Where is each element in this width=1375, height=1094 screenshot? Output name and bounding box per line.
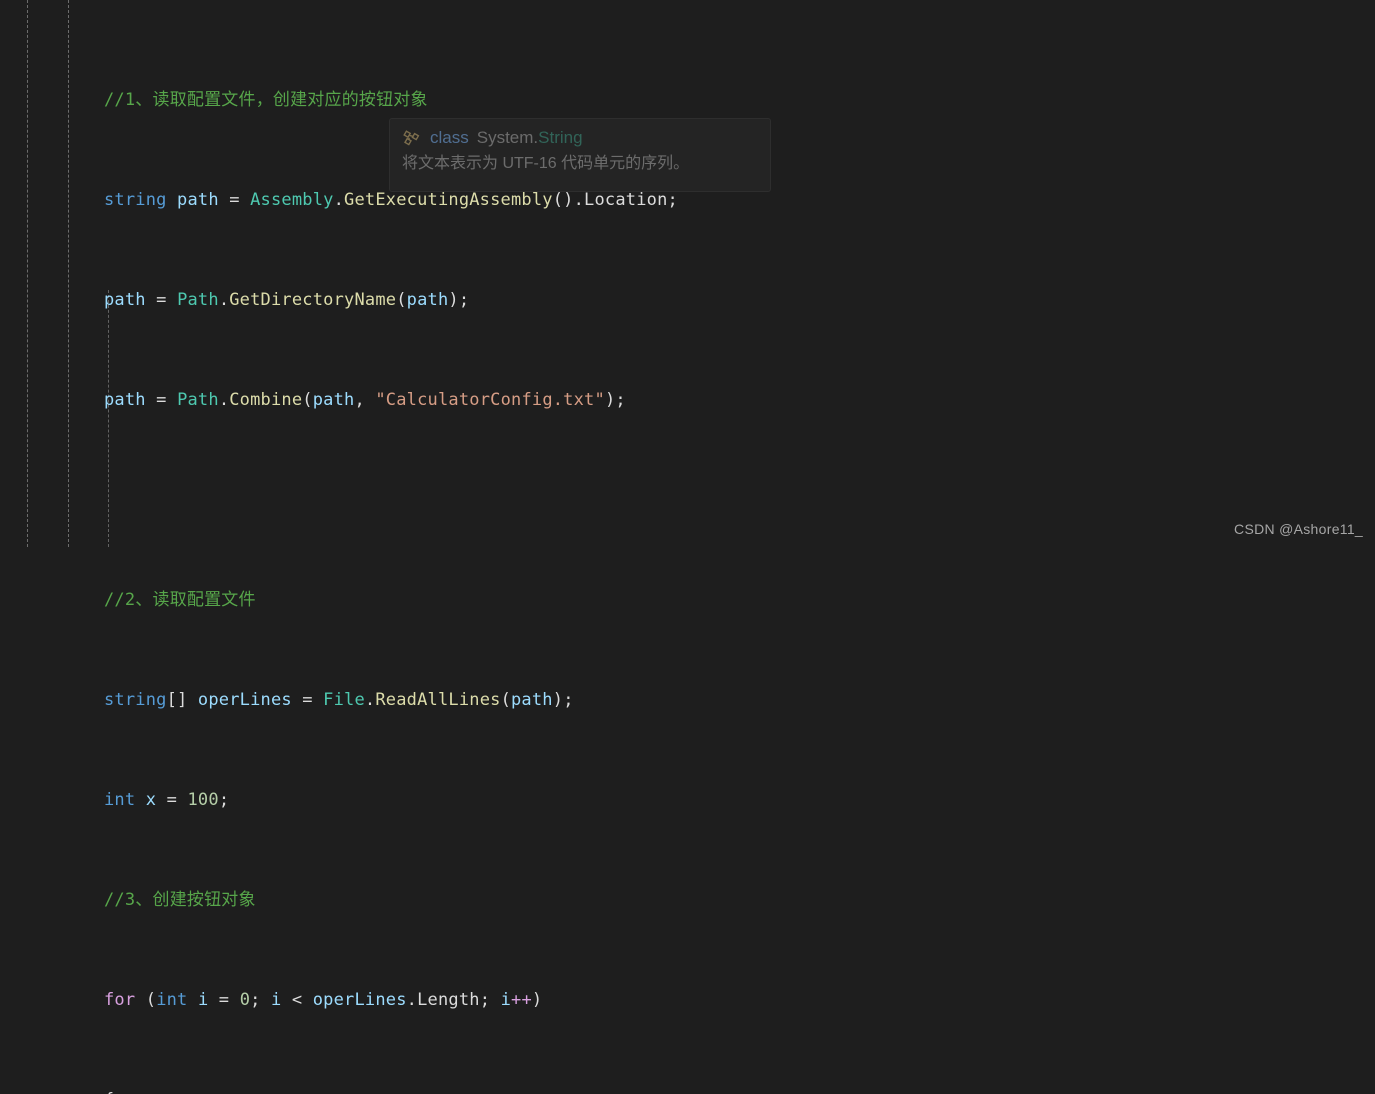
code-token-identifier: path (104, 390, 146, 410)
code-token-operator: = (156, 790, 188, 810)
code-token-dot: . (333, 190, 345, 210)
code-line-6[interactable]: //2、读取配置文件 (104, 588, 1375, 613)
code-token-operator: = (208, 990, 240, 1010)
code-token-paren-close: ) (604, 390, 616, 410)
code-token-comma: , (354, 390, 376, 410)
code-token-comment: //2、读取配置文件 (104, 590, 256, 610)
watermark: CSDN @Ashore11_ (1234, 521, 1363, 537)
indent-guide-1 (27, 0, 28, 547)
code-line-1[interactable]: //1、读取配置文件，创建对应的按钮对象 (104, 88, 1375, 113)
code-token-property: Location (584, 190, 668, 210)
intellisense-quickinfo-tooltip: class System.String 将文本表示为 UTF-16 代码单元的序… (389, 118, 771, 192)
code-token-identifier: x (145, 790, 157, 810)
code-token-type: File (323, 690, 365, 710)
code-token-paren-open: ( (145, 990, 157, 1010)
code-token-semicolon: ; (479, 990, 501, 1010)
quickinfo-description: 将文本表示为 UTF-16 代码单元的序列。 (402, 155, 690, 172)
code-token-string: "CalculatorConfig.txt" (375, 390, 605, 410)
code-token-increment: ++ (511, 990, 532, 1010)
code-token-dot: . (218, 290, 230, 310)
code-token-semicolon: ; (563, 690, 574, 710)
quickinfo-header: class System.String (402, 127, 758, 149)
code-token-operator: < (281, 990, 313, 1010)
code-token-identifier: path (177, 190, 219, 210)
code-token-identifier: i (271, 990, 282, 1010)
code-token-paren-open: ( (396, 290, 407, 310)
code-token-parens: () (552, 190, 574, 210)
code-line-3[interactable]: path = Path.GetDirectoryName(path); (104, 288, 1375, 313)
code-token-brace-open: { (104, 1090, 114, 1094)
code-token-identifier: i (197, 990, 209, 1010)
code-token-identifier: i (500, 990, 512, 1010)
quickinfo-type-name: String (538, 128, 583, 147)
code-token-property: Length (417, 990, 480, 1010)
code-token-operator: = (145, 290, 178, 310)
code-token-argument: path (511, 690, 553, 710)
code-token-operator: = (218, 190, 251, 210)
code-token-argument: path (406, 290, 449, 310)
quickinfo-qualified-name: System.String (477, 127, 583, 149)
code-token-semicolon: ; (218, 790, 230, 810)
quickinfo-keyword: class (430, 128, 469, 147)
code-line-9[interactable]: //3、创建按钮对象 (104, 888, 1375, 913)
code-token-type: Assembly (250, 190, 334, 210)
code-token-argument: path (312, 390, 355, 410)
code-token-keyword: string (104, 190, 167, 210)
code-token-semicolon: ; (615, 390, 626, 410)
code-token-dot: . (406, 990, 418, 1010)
code-token-identifier: path (104, 290, 146, 310)
code-token-keyword: int (156, 990, 188, 1010)
code-token-operator: = (291, 690, 324, 710)
code-line-10[interactable]: for (int i = 0; i < operLines.Length; i+… (104, 988, 1375, 1013)
code-line-5-blank[interactable] (104, 488, 1375, 513)
code-token-comment: //1、读取配置文件，创建对应的按钮对象 (104, 90, 428, 110)
code-token-method: Combine (229, 390, 303, 410)
code-token-paren-close: ) (531, 990, 543, 1010)
code-token-dot: . (218, 390, 230, 410)
code-token-control-keyword: for (104, 990, 136, 1010)
code-token-semicolon: ; (458, 290, 470, 310)
code-token-paren-close: ) (552, 690, 564, 710)
code-token-type: Path (177, 290, 219, 310)
code-token-semicolon: ; (250, 990, 271, 1010)
code-token-operator: = (145, 390, 178, 410)
code-token-dot: . (364, 690, 376, 710)
code-token-identifier: operLines (197, 690, 292, 710)
code-token-paren-open: ( (500, 690, 511, 710)
indent-guide-2 (68, 0, 69, 547)
code-line-11[interactable]: { (104, 1088, 1375, 1094)
code-token-paren-close: ) (448, 290, 459, 310)
class-icon (403, 130, 420, 146)
code-token-paren-open: ( (302, 390, 313, 410)
code-editor[interactable]: //1、读取配置文件，创建对应的按钮对象 string path = Assem… (0, 0, 1375, 1094)
code-token-keyword: int (104, 790, 136, 810)
code-line-7[interactable]: string[] operLines = File.ReadAllLines(p… (104, 688, 1375, 713)
code-token-brackets: [] (166, 690, 188, 710)
code-token-method: GetDirectoryName (229, 290, 397, 310)
code-line-4[interactable]: path = Path.Combine(path, "CalculatorCon… (104, 388, 1375, 413)
code-token-dot: . (573, 190, 585, 210)
code-token-keyword: string (104, 690, 167, 710)
code-token-type: Path (177, 390, 219, 410)
code-token-identifier: operLines (312, 990, 407, 1010)
code-line-8[interactable]: int x = 100; (104, 788, 1375, 813)
quickinfo-namespace: System. (476, 128, 539, 147)
code-token-number: 0 (239, 990, 251, 1010)
code-token-comment: //3、创建按钮对象 (104, 890, 256, 910)
code-token-method: ReadAllLines (375, 690, 501, 710)
code-token-number: 100 (187, 790, 219, 810)
code-token-method: GetExecutingAssembly (344, 190, 553, 210)
code-token-semicolon: ; (667, 190, 678, 210)
